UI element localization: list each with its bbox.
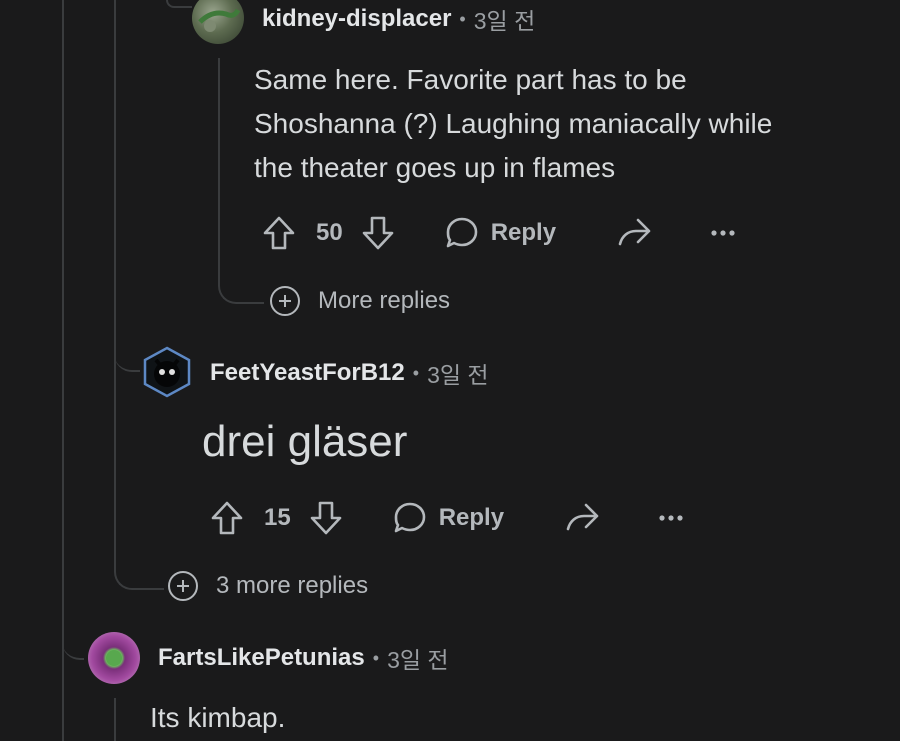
thread-curve-level2 <box>114 560 164 590</box>
avatar[interactable] <box>88 632 140 684</box>
vote-count: 50 <box>316 219 343 246</box>
thread-curve-level3 <box>218 274 264 304</box>
avatar-image-icon <box>198 8 241 32</box>
thread-curve-level2-to-feet <box>114 346 140 372</box>
comment-body-line: Shoshanna (?) Laughing maniacally while <box>254 108 773 139</box>
share-button[interactable] <box>564 501 600 535</box>
comment-meta: FartsLikePetunias • 3일 전 <box>158 641 449 675</box>
thread-line-level2[interactable] <box>114 0 116 568</box>
avatar-image-icon <box>106 650 122 666</box>
comment-actions: 15 Reply <box>210 498 684 538</box>
username[interactable]: FeetYeastForB12 <box>210 359 405 387</box>
reply-button[interactable]: Reply <box>393 501 504 535</box>
more-replies-label: More replies <box>318 287 451 314</box>
share-icon <box>566 503 599 531</box>
more-dots-icon <box>711 230 735 236</box>
separator-dot: • <box>459 8 466 29</box>
comment-body-line: Same here. Favorite part has to be <box>254 64 687 95</box>
thread-line-level3[interactable] <box>218 58 220 280</box>
comment-body: Same here. Favorite part has to be Shosh… <box>254 58 772 190</box>
comment-meta: FeetYeastForB12 • 3일 전 <box>210 356 489 390</box>
more-dots-icon <box>659 515 683 521</box>
more-replies-button[interactable]: More replies <box>270 286 450 316</box>
vote-count: 15 <box>264 504 291 531</box>
comment-body: Its kimbap. <box>150 696 285 740</box>
more-replies-label: 3 more replies <box>216 572 369 599</box>
comment-body-line: drei gläser <box>202 417 408 466</box>
timestamp: 3일 전 <box>473 8 536 34</box>
username[interactable]: FartsLikePetunias <box>158 644 365 672</box>
share-icon <box>618 218 651 246</box>
thread-curve-top <box>166 0 192 8</box>
comment-body-line: the theater goes up in flames <box>254 152 616 183</box>
reply-label: Reply <box>438 504 505 531</box>
upvote-button[interactable] <box>262 215 296 251</box>
arrow-up-icon <box>263 216 295 250</box>
avatar[interactable] <box>142 346 192 398</box>
arrow-down-icon <box>310 501 342 535</box>
avatar-image-icon <box>143 346 191 398</box>
arrow-down-icon <box>362 216 394 250</box>
upvote-button[interactable] <box>210 500 244 536</box>
more-options-button[interactable] <box>710 228 736 238</box>
comment-body-line: Its kimbap. <box>150 702 286 733</box>
arrow-up-icon <box>211 501 243 535</box>
comment-body: drei gläser <box>202 414 407 470</box>
plus-circle-icon <box>168 571 198 601</box>
downvote-button[interactable] <box>361 215 395 251</box>
timestamp: 3일 전 <box>427 362 489 388</box>
separator-dot: • <box>412 362 420 383</box>
more-options-button[interactable] <box>658 513 684 523</box>
plus-circle-icon <box>270 286 300 316</box>
thread-line-petunias[interactable] <box>114 698 116 741</box>
more-replies-button[interactable]: 3 more replies <box>168 571 368 601</box>
reply-button[interactable]: Reply <box>445 216 556 250</box>
speech-bubble-icon <box>446 217 478 248</box>
comment-meta: kidney-displacer • 3일 전 <box>262 2 535 36</box>
separator-dot: • <box>372 647 380 668</box>
share-button[interactable] <box>616 216 652 250</box>
downvote-button[interactable] <box>309 500 343 536</box>
speech-bubble-icon <box>394 502 426 533</box>
avatar[interactable] <box>192 0 244 44</box>
timestamp: 3일 전 <box>387 647 449 673</box>
username[interactable]: kidney-displacer <box>262 5 451 33</box>
reply-label: Reply <box>490 219 557 246</box>
thread-curve-outer <box>62 630 84 660</box>
comment-actions: 50 Reply <box>262 213 736 253</box>
